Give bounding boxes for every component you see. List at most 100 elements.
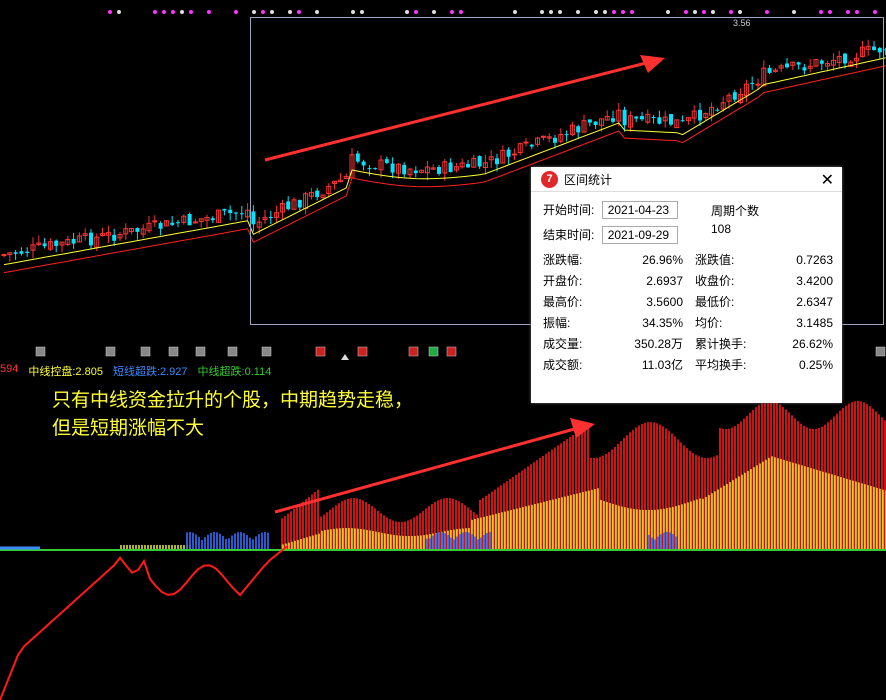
candle-body xyxy=(715,109,720,111)
signal-dot xyxy=(459,10,463,14)
stat-label: 成交量: xyxy=(543,337,583,351)
candle-body xyxy=(170,222,175,225)
signal-dot xyxy=(261,10,265,14)
candle-body xyxy=(13,252,18,254)
stat-value: 26.96% xyxy=(642,252,683,267)
stat-value: 2.6347 xyxy=(796,294,833,309)
candle-body xyxy=(564,134,569,136)
logo-icon: 7 xyxy=(541,170,558,188)
candle-body xyxy=(222,208,227,211)
candle-body xyxy=(634,116,639,119)
candle-body xyxy=(286,201,291,210)
start-time-label: 开始时间: xyxy=(543,203,595,217)
candle-body xyxy=(210,218,215,221)
signal-dot xyxy=(270,10,274,14)
stat-value: 0.25% xyxy=(798,357,833,372)
period-tag xyxy=(227,346,238,357)
stat-label: 开盘价: xyxy=(543,274,583,288)
signal-dot xyxy=(558,10,562,14)
stats-row: 开盘价: 2.6937 收盘价: 3.4200 xyxy=(543,270,833,291)
start-time-field[interactable]: 2021-04-23 xyxy=(601,201,678,219)
candle-body xyxy=(785,63,789,68)
candle-body xyxy=(373,168,378,170)
dialog-title: 区间统计 xyxy=(564,172,613,187)
candle-body xyxy=(698,109,702,121)
period-tag xyxy=(261,346,272,357)
signal-dot xyxy=(315,10,319,14)
signal-dot xyxy=(189,10,193,14)
stats-grid: 涨跌幅: 26.96% 涨跌值: 0.7263 开盘价: 2.6937 收盘价: 3.4200… xyxy=(543,249,833,375)
candle-body xyxy=(477,156,482,167)
stat-label: 均价: xyxy=(695,316,723,330)
candle-body xyxy=(576,126,581,133)
signal-dot xyxy=(873,10,877,14)
candle-body xyxy=(25,251,30,253)
period-count-label: 周期个数 xyxy=(711,204,760,218)
period-tag xyxy=(875,346,886,357)
period-tag xyxy=(168,346,179,357)
candle-body xyxy=(802,67,807,71)
signal-dot xyxy=(297,10,301,14)
period-tag xyxy=(35,346,46,357)
stat-value: 350.28万 xyxy=(634,337,683,351)
candle-body xyxy=(112,234,117,241)
end-time-label: 结束时间: xyxy=(543,228,595,242)
signal-dot xyxy=(711,10,715,14)
period-tag xyxy=(446,346,457,357)
stat-value: 2.6937 xyxy=(646,273,683,288)
candle-body xyxy=(466,164,470,168)
stat-label: 振幅: xyxy=(543,316,571,330)
stat-label: 累计换手: xyxy=(695,337,747,351)
stat-value: 11.03亿 xyxy=(641,358,683,372)
candle-body xyxy=(89,232,93,246)
stat-label: 涨跌值: xyxy=(695,253,735,267)
start-time-row: 开始时间: 2021-04-23 xyxy=(543,201,678,219)
signal-dot xyxy=(351,10,355,14)
signal-dot xyxy=(540,10,544,14)
candle-body xyxy=(384,159,389,163)
end-time-field[interactable]: 2021-09-29 xyxy=(601,226,678,244)
period-tag xyxy=(195,346,206,357)
close-icon[interactable]: ✕ xyxy=(821,170,834,190)
candle-body xyxy=(506,149,511,157)
candle-body xyxy=(268,217,273,219)
candle-body xyxy=(796,62,801,65)
period-tag xyxy=(315,346,326,357)
signal-dot xyxy=(549,10,553,14)
stat-label: 涨跌幅: xyxy=(543,253,583,267)
candle-body xyxy=(152,220,158,223)
annotation-text: 只有中线资金拉升的个股，中期趋势走稳， 但是短期涨幅不大 xyxy=(52,386,413,442)
candle-body xyxy=(669,114,673,125)
candle-body xyxy=(361,161,366,166)
candle-body xyxy=(413,170,418,174)
candle-body xyxy=(872,46,876,50)
stat-label: 成交额: xyxy=(543,358,583,372)
candle-body xyxy=(819,60,824,64)
candle-body xyxy=(611,118,615,122)
candle-body xyxy=(732,92,737,100)
candle-body xyxy=(523,141,529,144)
candle-body xyxy=(593,121,598,125)
period-tag xyxy=(357,346,368,357)
candle-body xyxy=(234,212,238,214)
signal-dot xyxy=(621,10,625,14)
trend-arrow-line xyxy=(264,60,651,162)
signal-dot xyxy=(180,10,184,14)
stats-row: 成交量: 350.28万 累计换手: 26.62% xyxy=(543,333,833,354)
signal-dot xyxy=(693,10,697,14)
candle-body xyxy=(651,117,656,119)
signal-dot xyxy=(765,10,769,14)
candle-body xyxy=(315,190,320,198)
signal-dot xyxy=(855,10,859,14)
annotation-line-2: 但是短期涨幅不大 xyxy=(52,417,205,439)
candle-body xyxy=(750,82,755,84)
candle-body xyxy=(657,117,662,124)
signal-dot xyxy=(828,10,832,14)
signal-dot xyxy=(603,10,607,14)
annotation-line-1: 只有中线资金拉升的个股，中期趋势走稳， xyxy=(52,389,414,411)
signal-dot xyxy=(288,10,292,14)
signal-dot xyxy=(108,10,112,14)
legend-short-oversold: 短线超跌:2.927 xyxy=(112,366,188,378)
period-tag xyxy=(408,346,419,357)
period-tag xyxy=(428,346,439,357)
